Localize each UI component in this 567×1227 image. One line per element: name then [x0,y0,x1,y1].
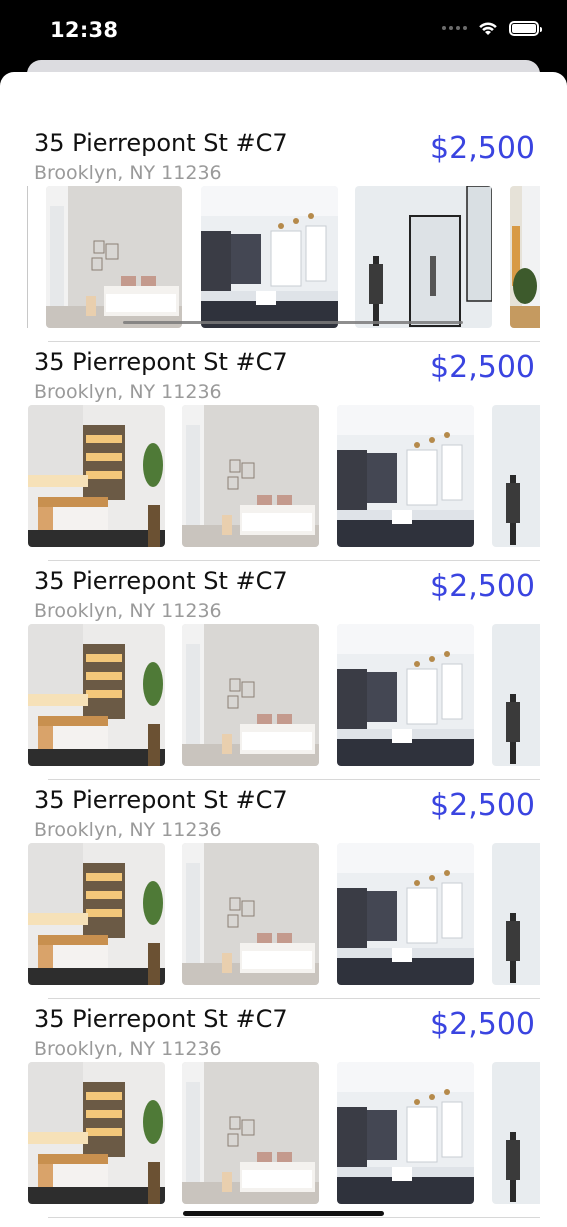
bathroom-photo[interactable] [492,405,540,547]
status-bar: 12:38 [0,0,567,60]
bathroom-photo[interactable] [492,1062,540,1204]
listing-title: 35 Pierrepont St #C7 [34,348,288,376]
bathroom-photo[interactable] [492,624,540,766]
listing-divider [48,779,540,780]
listing-price: $2,500 [430,131,535,166]
photo-carousel[interactable] [28,405,540,547]
listing-card[interactable]: 35 Pierrepont St #C7 $2,500 Brooklyn, NY 1… [0,786,567,1005]
bedroom-photo[interactable] [182,624,319,766]
listing-address: Brooklyn, NY 11236 [34,819,222,841]
photo-carousel[interactable] [28,1062,540,1204]
kitchen-photo[interactable] [337,1062,474,1204]
horizontal-scroll-indicator [123,321,463,324]
bathroom-photo[interactable] [355,186,492,328]
listing-address: Brooklyn, NY 11236 [34,1038,222,1060]
bedroom-photo[interactable] [46,186,182,328]
listing-price: $2,500 [430,569,535,604]
home-indicator[interactable] [183,1211,384,1216]
kitchen-photo[interactable] [337,624,474,766]
kitchen-island-photo[interactable] [28,405,165,547]
living-room-photo[interactable] [510,186,540,328]
kitchen-photo[interactable] [201,186,338,328]
kitchen-island-photo[interactable] [28,843,165,985]
listing-divider [48,1217,540,1218]
listing-card[interactable]: 35 Pierrepont St #C7 $2,500 Brooklyn, NY 1… [0,348,567,567]
status-time: 12:38 [50,18,119,42]
listing-card[interactable]: 35 Pierrepont St #C7 $2,500 Brooklyn, NY 1… [0,129,567,348]
listing-title: 35 Pierrepont St #C7 [34,786,288,814]
listing-title: 35 Pierrepont St #C7 [34,567,288,595]
listing-title: 35 Pierrepont St #C7 [34,129,288,157]
listing-address: Brooklyn, NY 11236 [34,162,222,184]
signal-dots-icon [442,26,467,30]
listing-address: Brooklyn, NY 11236 [34,600,222,622]
listing-card[interactable]: 35 Pierrepont St #C7 $2,500 Brooklyn, NY 1… [0,567,567,786]
kitchen-island-photo[interactable] [28,624,165,766]
listing-divider [48,998,540,999]
photo-carousel[interactable] [28,624,540,766]
bathroom-photo[interactable] [492,843,540,985]
listing-divider [48,341,540,342]
listing-price: $2,500 [430,788,535,823]
listing-title: 35 Pierrepont St #C7 [34,1005,288,1033]
listing-address: Brooklyn, NY 11236 [34,381,222,403]
photo-carousel[interactable] [28,186,540,328]
bedroom-photo[interactable] [182,405,319,547]
photo-edge [27,186,28,328]
bedroom-photo[interactable] [182,843,319,985]
listings-sheet[interactable]: 35 Pierrepont St #C7 $2,500 Brooklyn, NY 1… [0,72,567,1227]
battery-icon [509,20,542,36]
kitchen-photo[interactable] [337,405,474,547]
listing-price: $2,500 [430,1007,535,1042]
status-icons [442,20,542,36]
kitchen-photo[interactable] [337,843,474,985]
listing-card[interactable]: 35 Pierrepont St #C7 $2,500 Brooklyn, NY 1… [0,1005,567,1224]
listing-divider [48,560,540,561]
wifi-icon [479,22,497,35]
photo-carousel[interactable] [28,843,540,985]
bedroom-photo[interactable] [182,1062,319,1204]
listing-price: $2,500 [430,350,535,385]
kitchen-island-photo[interactable] [28,1062,165,1204]
